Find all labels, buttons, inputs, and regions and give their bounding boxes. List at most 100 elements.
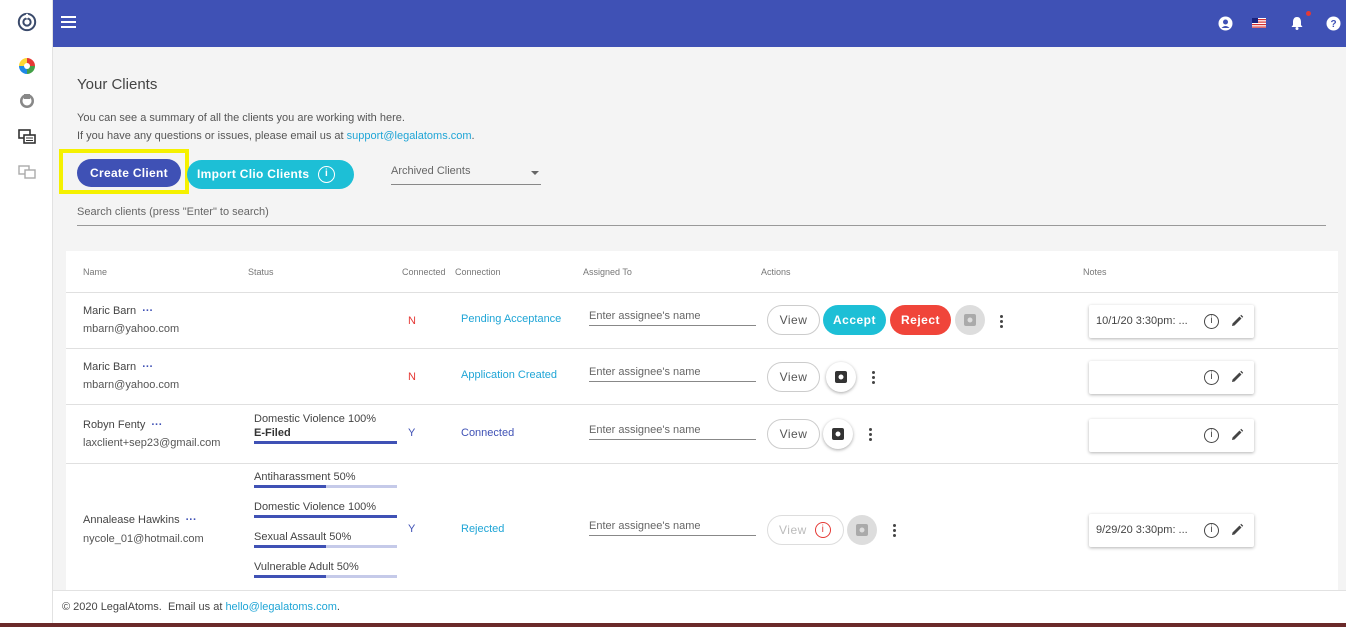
status-item: Domestic Violence 100% E-Filed (254, 413, 397, 444)
status-item: Sexual Assault 50% (254, 531, 397, 548)
warning-info-icon[interactable]: i (815, 522, 831, 538)
client-name-cell: Maric Barn ··· (83, 305, 153, 317)
client-name[interactable]: Robyn Fenty (83, 419, 145, 431)
status-progress-bar (254, 485, 397, 488)
client-name[interactable]: Annalease Hawkins (83, 514, 180, 526)
assignee-input[interactable]: Enter assignee's name (589, 520, 756, 536)
info-icon[interactable]: i (1204, 428, 1219, 443)
note-text: 10/1/20 3:30pm: ... (1096, 315, 1188, 327)
status-progress-bar (254, 441, 397, 444)
table-row: Maric Barn ··· mbarn@yahoo.com N Pending … (66, 293, 1338, 349)
client-email: mbarn@yahoo.com (83, 379, 180, 391)
connected-flag: Y (408, 427, 416, 439)
kebab-menu-icon[interactable] (1000, 315, 1004, 329)
create-client-button[interactable]: Create Client (77, 159, 181, 187)
info-icon[interactable]: i (1204, 314, 1219, 329)
header-assigned-to: Assigned To (583, 267, 632, 277)
status-item: Vulnerable Adult 50% (254, 561, 397, 578)
connection-status-link[interactable]: Rejected (461, 523, 504, 535)
disk-icon[interactable] (17, 91, 37, 111)
assignee-input[interactable]: Enter assignee's name (589, 366, 756, 382)
notes-box: i (1089, 419, 1254, 452)
settings-button[interactable] (823, 419, 853, 449)
gear-icon (856, 524, 868, 536)
notes-box: i (1089, 361, 1254, 394)
pencil-icon[interactable] (1230, 428, 1244, 442)
info-icon[interactable]: i (1204, 523, 1219, 538)
us-flag-icon[interactable] (1251, 15, 1267, 31)
connected-flag: N (408, 371, 416, 383)
assignee-input[interactable]: Enter assignee's name (589, 424, 756, 440)
archived-clients-select-value: Archived Clients (391, 165, 471, 177)
reject-button[interactable]: Reject (890, 305, 951, 335)
header-name: Name (83, 267, 108, 277)
intro-text: You can see a summary of all the clients… (77, 109, 475, 145)
footer-email-link[interactable]: hello@legalatoms.com (225, 601, 336, 613)
pencil-icon[interactable] (1230, 370, 1244, 384)
client-name-cell: Annalease Hawkins ··· (83, 514, 197, 526)
settings-button[interactable] (955, 305, 985, 335)
gear-icon (832, 428, 844, 440)
more-options-icon[interactable]: ··· (151, 419, 162, 431)
table-row: Maric Barn ··· mbarn@yahoo.com N Applicat… (66, 349, 1338, 405)
table-header: Name Status Connected Connection Assigne… (66, 251, 1338, 293)
client-name[interactable]: Maric Barn (83, 361, 136, 373)
client-name-cell: Robyn Fenty ··· (83, 419, 162, 431)
header-notes: Notes (1083, 267, 1107, 277)
client-email: mbarn@yahoo.com (83, 323, 180, 335)
client-name[interactable]: Maric Barn (83, 305, 136, 317)
view-button[interactable]: View (767, 305, 820, 335)
top-app-bar: ? (53, 0, 1346, 47)
support-email-link[interactable]: support@legalatoms.com (347, 130, 472, 142)
chat-icon[interactable] (17, 127, 37, 147)
legalatoms-logo-icon[interactable] (17, 12, 37, 32)
status-progress-bar (254, 575, 397, 578)
status-label: Domestic Violence 100% (254, 413, 377, 425)
notes-box: 9/29/20 3:30pm: ... i (1089, 514, 1254, 547)
pencil-icon[interactable] (1230, 523, 1244, 537)
status-progress-bar (254, 545, 397, 548)
footer-copyright: © 2020 LegalAtoms. (62, 601, 162, 613)
status-label: Antiharassment 50% (254, 471, 356, 483)
notification-bell-icon[interactable] (1289, 15, 1305, 31)
bottom-strip (0, 623, 1346, 627)
kebab-menu-icon[interactable] (893, 524, 897, 538)
archived-clients-select[interactable]: Archived Clients (391, 165, 541, 185)
info-icon[interactable]: i (1204, 370, 1219, 385)
footer-email-prefix: Email us at (167, 601, 226, 613)
menu-icon[interactable] (61, 16, 76, 29)
import-clio-clients-label: Import Clio Clients (197, 167, 310, 181)
header-status: Status (248, 267, 274, 277)
kebab-menu-icon[interactable] (869, 428, 873, 442)
import-clio-clients-button[interactable]: Import Clio Clients i (187, 160, 354, 189)
connection-status-link[interactable]: Pending Acceptance (461, 313, 561, 325)
status-label: Sexual Assault 50% (254, 531, 352, 543)
clients-table: Name Status Connected Connection Assigne… (66, 251, 1338, 591)
view-button[interactable]: View (767, 419, 820, 449)
help-icon[interactable]: ? (1325, 15, 1341, 31)
connection-status-link[interactable]: Application Created (461, 369, 557, 381)
color-wheel-icon[interactable] (17, 56, 37, 76)
more-options-icon[interactable]: ··· (186, 514, 197, 526)
footer-email-suffix: . (336, 601, 340, 613)
assignee-input[interactable]: Enter assignee's name (589, 310, 756, 326)
more-options-icon[interactable]: ··· (142, 305, 153, 317)
account-icon[interactable] (1217, 15, 1233, 31)
notification-dot (1306, 11, 1311, 16)
search-clients-input[interactable]: Search clients (press "Enter" to search) (77, 206, 1326, 226)
gear-icon (835, 371, 847, 383)
accept-button[interactable]: Accept (823, 305, 886, 335)
caret-down-icon (531, 171, 539, 175)
header-connection: Connection (455, 267, 501, 277)
info-icon[interactable]: i (318, 166, 335, 183)
client-email: nycole_01@hotmail.com (83, 533, 204, 545)
settings-button[interactable] (826, 362, 856, 392)
pencil-icon[interactable] (1230, 314, 1244, 328)
settings-button (847, 515, 877, 545)
kebab-menu-icon[interactable] (872, 371, 876, 385)
view-button[interactable]: View (767, 362, 820, 392)
gear-icon (964, 314, 976, 326)
screens-icon[interactable] (17, 162, 37, 182)
left-rail (0, 0, 53, 627)
more-options-icon[interactable]: ··· (142, 361, 153, 373)
